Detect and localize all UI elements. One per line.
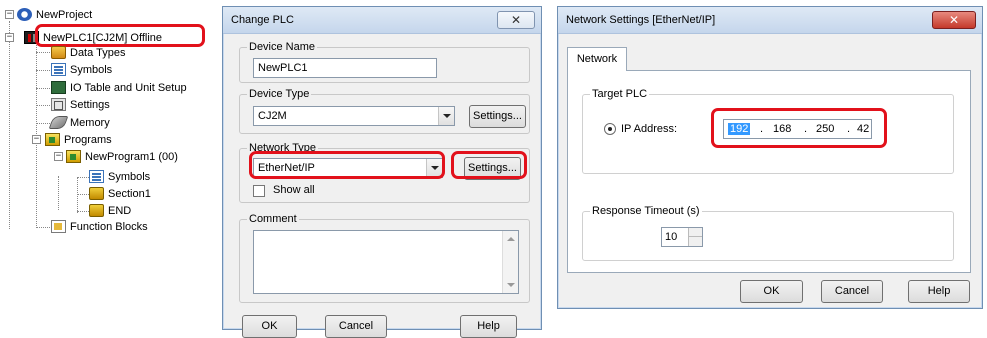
tree-item-symbols[interactable]: Symbols <box>51 61 112 78</box>
tree-line <box>77 177 89 178</box>
collapse-toggle[interactable]: − <box>5 33 14 42</box>
ip-address-radio[interactable] <box>604 123 616 135</box>
cancel-button[interactable]: Cancel <box>821 280 883 303</box>
tree-line <box>77 177 78 213</box>
tree-line <box>77 211 89 212</box>
help-button[interactable]: Help <box>908 280 970 303</box>
tree-item-function-blocks[interactable]: Function Blocks <box>51 218 148 235</box>
change-plc-titlebar: Change PLC ✕ <box>223 7 541 34</box>
target-plc-group: Target PLC IP Address: 192 . 168 . 250 .… <box>582 88 954 174</box>
tree-line <box>36 123 50 124</box>
device-type-select[interactable]: CJ2M <box>253 106 455 126</box>
tree-line <box>36 105 50 106</box>
programs-icon <box>45 133 60 146</box>
device-type-settings-button[interactable]: Settings... <box>469 105 526 128</box>
chevron-down-icon <box>438 107 454 125</box>
tab-network[interactable]: Network <box>567 47 627 71</box>
dialog-title: Change PLC <box>231 14 294 26</box>
io-table-icon <box>51 81 66 94</box>
memory-icon <box>48 116 69 129</box>
change-plc-dialog: Change PLC ✕ Device Name NewPLC1 Device … <box>222 6 542 338</box>
response-timeout-spinner[interactable]: 10 <box>661 227 703 247</box>
ip-address-highlight <box>711 108 887 148</box>
help-button[interactable]: Help <box>460 315 517 338</box>
show-all-checkbox[interactable] <box>253 185 265 197</box>
collapse-toggle[interactable]: − <box>32 135 41 144</box>
section-icon <box>89 187 104 200</box>
tree-item-program1[interactable]: NewProgram1 (00) <box>66 148 178 165</box>
network-settings-dialog: Network Settings [EtherNet/IP] ✕ Network… <box>557 6 983 309</box>
symbols-icon <box>89 170 104 183</box>
show-all-label: Show all <box>273 184 315 196</box>
tree-line <box>77 194 89 195</box>
tree-item-program-symbols[interactable]: Symbols <box>89 168 150 185</box>
ip-address-label: IP Address: <box>621 123 678 135</box>
ok-button[interactable]: OK <box>242 315 297 338</box>
close-icon: ✕ <box>948 13 960 27</box>
dialog-title: Network Settings [EtherNet/IP] <box>566 14 716 26</box>
close-button[interactable]: ✕ <box>932 11 976 29</box>
collapse-toggle[interactable]: − <box>54 152 63 161</box>
settings-icon <box>51 98 66 111</box>
tree-line <box>36 52 50 53</box>
function-blocks-icon <box>51 220 66 233</box>
comment-scrollbar[interactable] <box>502 231 518 293</box>
close-icon: ✕ <box>510 13 522 27</box>
network-tab-panel: Target PLC IP Address: 192 . 168 . 250 .… <box>567 70 971 273</box>
comment-textarea[interactable] <box>253 230 519 294</box>
spin-down-icon[interactable] <box>688 237 702 246</box>
tree-item-settings[interactable]: Settings <box>51 96 110 113</box>
scroll-down-icon <box>507 283 515 287</box>
tree-line <box>36 70 50 71</box>
device-name-input[interactable]: NewPLC1 <box>253 58 437 78</box>
section-icon <box>89 204 104 217</box>
data-types-icon <box>51 46 66 59</box>
comment-group: Comment <box>239 213 530 303</box>
tree-item-io-table[interactable]: IO Table and Unit Setup <box>51 79 187 96</box>
tree-item-data-types[interactable]: Data Types <box>51 44 125 61</box>
tree-line <box>58 176 59 210</box>
tree-item-end[interactable]: END <box>89 202 131 219</box>
tree-item-root[interactable]: NewProject <box>17 6 92 23</box>
network-settings-titlebar: Network Settings [EtherNet/IP] ✕ <box>558 7 982 34</box>
collapse-toggle[interactable]: − <box>5 10 14 19</box>
spin-up-icon[interactable] <box>688 228 702 237</box>
device-type-group: Device Type CJ2M Settings... <box>239 88 530 134</box>
device-name-group: Device Name NewPLC1 <box>239 41 530 83</box>
network-settings-highlight <box>451 151 527 179</box>
response-timeout-group: Response Timeout (s) 10 <box>582 205 954 261</box>
program-icon <box>66 150 81 163</box>
ok-button[interactable]: OK <box>740 280 803 303</box>
tree-line <box>9 21 10 229</box>
cancel-button[interactable]: Cancel <box>325 315 387 338</box>
tree-item-section1[interactable]: Section1 <box>89 185 151 202</box>
network-type-highlight <box>249 151 445 179</box>
tree-item-memory[interactable]: Memory <box>48 114 110 131</box>
project-icon <box>17 8 32 21</box>
project-tree: − NewProject − NewPLC1[CJ2M] Offline Dat… <box>0 0 222 330</box>
scroll-up-icon <box>507 237 515 241</box>
symbols-icon <box>51 63 66 76</box>
tree-line <box>36 40 37 226</box>
tree-line <box>36 88 50 89</box>
close-button[interactable]: ✕ <box>497 11 535 29</box>
tree-line <box>36 227 50 228</box>
tree-item-programs[interactable]: Programs <box>45 131 112 148</box>
